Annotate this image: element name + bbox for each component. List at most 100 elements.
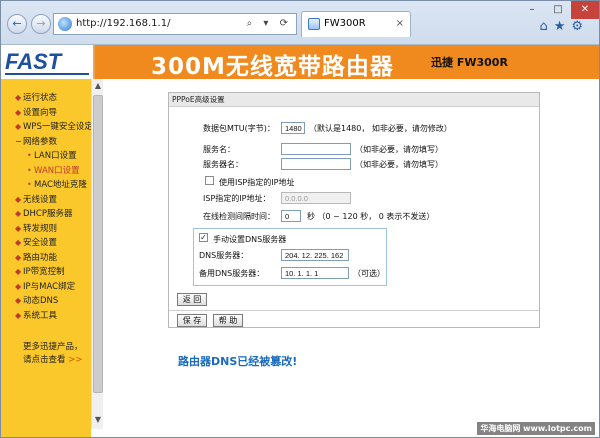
sidebar-menu: ◆ 运行状态 ◆ 设置向导 ◆ WPS一键安全设定 − 网络参数 • LAN口设置 • WAN口设置 •… bbox=[1, 91, 93, 324]
sidebar-item-label: IP与MAC绑定 bbox=[23, 281, 76, 292]
tab-page-icon bbox=[308, 18, 320, 30]
manual-dns-checkbox[interactable]: ✓ bbox=[199, 233, 208, 242]
site-watermark: 华海电脑网 www.lotpc.com bbox=[477, 422, 595, 435]
bullet-icon: ◆ bbox=[15, 238, 22, 247]
isp-ip-checkbox[interactable] bbox=[205, 176, 214, 185]
bullet-icon: ◆ bbox=[15, 310, 22, 320]
sidebar-item[interactable]: ◆ 系统工具 bbox=[1, 309, 91, 324]
maximize-button[interactable]: □ bbox=[545, 1, 571, 19]
sidebar-item[interactable]: ◆ 无线设置 bbox=[1, 193, 91, 208]
isp-ip-checkbox-label: 使用ISP指定的IP地址 bbox=[219, 178, 295, 187]
bullet-icon: ◆ bbox=[15, 223, 22, 233]
sidebar-item[interactable]: ◆ 路由功能 bbox=[1, 251, 91, 266]
close-window-button[interactable]: ✕ bbox=[571, 1, 599, 19]
logo-underline bbox=[5, 73, 89, 75]
server-name-input[interactable] bbox=[281, 158, 351, 170]
tab-fw300r[interactable]: FW300R × bbox=[301, 11, 411, 37]
service-name-label: 服务名： bbox=[203, 145, 235, 154]
backup-dns-label: 备用DNS服务器： bbox=[199, 269, 265, 278]
model-name: 迅捷 FW300R bbox=[431, 56, 508, 69]
panel-title: PPPoE高级设置 bbox=[169, 93, 539, 107]
logo-box: FAST bbox=[1, 45, 95, 79]
sidebar-item[interactable]: ◆ 动态DNS bbox=[1, 294, 91, 309]
idle-interval-input[interactable] bbox=[281, 210, 301, 222]
vertical-scrollbar[interactable]: ▲ ▼ bbox=[91, 79, 103, 429]
sidebar-item-label: IP带宽控制 bbox=[23, 267, 65, 277]
isp-ip-label: ISP指定的IP地址： bbox=[203, 194, 271, 203]
scroll-up-icon[interactable]: ▲ bbox=[92, 81, 104, 93]
bullet-icon: − bbox=[15, 136, 22, 146]
sidebar-item-label: 安全设置 bbox=[23, 238, 58, 248]
more-products-line2: 请点击查看 bbox=[23, 355, 66, 365]
idle-interval-label: 在线检测间隔时间： bbox=[203, 212, 275, 221]
bullet-icon: ◆ bbox=[15, 93, 22, 102]
address-tools-icons[interactable]: ⌕ ▾ ⟳ bbox=[247, 14, 292, 34]
ie-page-icon bbox=[58, 17, 72, 31]
browser-window: ← → http://192.168.1.1/ ⌕ ▾ ⟳ FW300R × –… bbox=[0, 0, 600, 438]
sidebar-item[interactable]: ◆ IP与MAC绑定 bbox=[1, 280, 91, 295]
chevron-right-icon: >> bbox=[68, 355, 83, 365]
tab-title: FW300R bbox=[324, 18, 366, 29]
more-products-link[interactable]: 更多迅捷产品， 请点击查看 >> bbox=[23, 341, 83, 367]
sidebar-item[interactable]: ◆ IP带宽控制 bbox=[1, 265, 91, 280]
sidebar-item-label: 无线设置 bbox=[23, 194, 58, 205]
mtu-label: 数据包MTU(字节)： bbox=[203, 124, 275, 133]
scroll-down-icon[interactable]: ▼ bbox=[92, 415, 104, 427]
sidebar-item[interactable]: ◆ 运行状态 bbox=[1, 91, 91, 106]
bullet-icon: • bbox=[27, 151, 32, 160]
sidebar-item[interactable]: − 网络参数 bbox=[1, 135, 91, 150]
dns-server-input[interactable] bbox=[281, 249, 349, 261]
isp-ip-input[interactable] bbox=[281, 192, 351, 204]
more-products-line1: 更多迅捷产品， bbox=[23, 342, 83, 352]
sidebar: ◆ 运行状态 ◆ 设置向导 ◆ WPS一键安全设定 − 网络参数 • LAN口设置 • WAN口设置 •… bbox=[1, 79, 93, 437]
sidebar-item-label: MAC地址克隆 bbox=[34, 180, 87, 190]
bullet-icon: • bbox=[27, 180, 32, 189]
manual-dns-checkbox-label: 手动设置DNS服务器 bbox=[213, 235, 287, 244]
page-title: 300M无线宽带路由器 bbox=[151, 54, 394, 80]
router-header: FAST 300M无线宽带路由器 迅捷 FW300R bbox=[1, 45, 599, 80]
address-text: http://192.168.1.1/ bbox=[76, 18, 171, 29]
back-button[interactable]: ← bbox=[7, 14, 27, 34]
sidebar-item-label: DHCP服务器 bbox=[23, 209, 73, 219]
bullet-icon: ◆ bbox=[15, 209, 22, 218]
forward-button[interactable]: → bbox=[31, 14, 51, 34]
bullet-icon: ◆ bbox=[15, 194, 22, 204]
backup-dns-input[interactable] bbox=[281, 267, 349, 279]
bullet-icon: ◆ bbox=[15, 122, 22, 131]
minimize-button[interactable]: – bbox=[519, 1, 545, 19]
home-favorites-settings-icons[interactable]: ⌂★⚙ bbox=[539, 19, 589, 34]
scroll-thumb[interactable] bbox=[93, 95, 103, 393]
bullet-icon: • bbox=[27, 165, 32, 175]
sidebar-item[interactable]: ◆ 转发规则 bbox=[1, 222, 91, 237]
divider bbox=[169, 310, 539, 311]
sidebar-item[interactable]: ◆ 安全设置 bbox=[1, 236, 91, 251]
sidebar-item-label: 转发规则 bbox=[23, 223, 58, 234]
service-name-input[interactable] bbox=[281, 143, 351, 155]
sidebar-item-label: 运行状态 bbox=[23, 93, 58, 103]
mtu-input[interactable] bbox=[281, 122, 305, 134]
back-form-button[interactable]: 返 回 bbox=[177, 293, 207, 306]
pppoe-advanced-panel: PPPoE高级设置 数据包MTU(字节)： （默认是1480， 如非必要，请勿修… bbox=[168, 92, 540, 328]
sidebar-item[interactable]: ◆ 设置向导 bbox=[1, 106, 91, 121]
tab-close-icon[interactable]: × bbox=[396, 12, 404, 36]
sidebar-item-label: 路由功能 bbox=[23, 252, 58, 263]
fast-logo: FAST bbox=[5, 49, 62, 74]
idle-interval-note: 秒 （0 ~ 120 秒， 0 表示不发送） bbox=[307, 212, 435, 221]
bullet-icon: ◆ bbox=[15, 107, 22, 117]
browser-toolbar: ← → http://192.168.1.1/ ⌕ ▾ ⟳ FW300R × –… bbox=[1, 1, 599, 45]
sidebar-item-label: 网络参数 bbox=[23, 136, 58, 147]
address-bar[interactable]: http://192.168.1.1/ ⌕ ▾ ⟳ bbox=[53, 13, 297, 35]
help-button[interactable]: 帮 助 bbox=[213, 314, 243, 327]
dns-settings-group: ✓ 手动设置DNS服务器 DNS服务器： 备用DNS服务器： （可选） bbox=[193, 228, 387, 286]
save-button[interactable]: 保 存 bbox=[177, 314, 207, 327]
sidebar-item[interactable]: • LAN口设置 bbox=[1, 149, 91, 164]
sidebar-item[interactable]: • WAN口设置 bbox=[1, 164, 91, 179]
backup-dns-note: （可选） bbox=[353, 269, 385, 278]
sidebar-item[interactable]: ◆ DHCP服务器 bbox=[1, 207, 91, 222]
sidebar-item-label: 动态DNS bbox=[23, 296, 59, 306]
sidebar-item[interactable]: • MAC地址克隆 bbox=[1, 178, 91, 193]
sidebar-item[interactable]: ◆ WPS一键安全设定 bbox=[1, 120, 93, 135]
service-name-note: （如非必要，请勿填写） bbox=[355, 145, 443, 154]
sidebar-item-label: LAN口设置 bbox=[34, 151, 77, 161]
bullet-icon: ◆ bbox=[15, 267, 22, 276]
